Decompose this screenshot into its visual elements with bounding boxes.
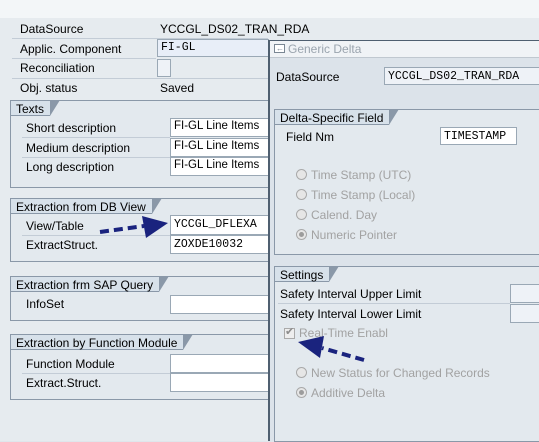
option-new-status: New Status for Changed Records [311, 366, 490, 380]
dialog-datasource-field[interactable]: YCCGL_DS02_TRAN_RDA [384, 67, 539, 85]
safety-upper-label: Safety Interval Upper Limit [280, 287, 422, 301]
divider [278, 303, 510, 304]
radio-new-status[interactable] [296, 367, 307, 378]
divider [22, 373, 170, 374]
option-numeric-pointer: Numeric Pointer [311, 228, 398, 242]
generic-delta-dialog: ← Generic Delta DataSource YCCGL_DS02_TR… [268, 40, 539, 442]
dialog-datasource-label: DataSource [276, 70, 340, 84]
extraction-fm-title: Extraction by Function Module [10, 334, 194, 350]
field-nm-field[interactable]: TIMESTAMP [440, 127, 517, 145]
function-module-label: Function Module [26, 357, 115, 371]
short-description-label: Short description [26, 121, 117, 135]
extract-struct-field[interactable]: ZOXDE10032 [170, 235, 270, 254]
obj-status-label: Obj. status [20, 81, 78, 95]
infoset-label: InfoSet [26, 297, 65, 311]
dialog-titlebar[interactable]: ← Generic Delta [270, 41, 539, 58]
window-icon-arrow: ← [276, 44, 284, 53]
infoset-field[interactable] [170, 295, 270, 314]
reconciliation-checkbox[interactable] [157, 59, 171, 77]
texts-group-title: Texts [10, 100, 61, 116]
radio-time-stamp-local[interactable] [296, 189, 307, 200]
long-description-field[interactable]: FI-GL Line Items [170, 157, 270, 176]
datasource-value: YCCGL_DS02_TRAN_RDA [160, 22, 310, 36]
reconciliation-label: Reconciliation [20, 61, 95, 75]
radio-calend-day[interactable] [296, 209, 307, 220]
annotation-arrow-realtime [298, 336, 365, 362]
annotation-arrow-view-table [99, 216, 168, 238]
view-table-field[interactable]: YCCGL_DFLEXA [170, 215, 270, 235]
option-additive-delta: Additive Delta [311, 386, 386, 400]
extract-struct-label: ExtractStruct. [26, 238, 99, 252]
divider [12, 78, 268, 79]
extraction-query-title: Extraction frm SAP Query [10, 276, 170, 292]
check-icon: ✔ [285, 326, 295, 338]
dialog-title: Generic Delta [288, 42, 362, 56]
radio-time-stamp-utc[interactable] [296, 169, 307, 180]
divider [22, 137, 170, 138]
safety-upper-field[interactable] [510, 284, 539, 303]
option-calend-day: Calend. Day [311, 208, 378, 222]
radio-additive-delta[interactable] [296, 387, 307, 398]
option-time-stamp-local: Time Stamp (Local) [311, 188, 416, 202]
datasource-label: DataSource [20, 22, 84, 36]
divider [12, 58, 156, 59]
short-description-field[interactable]: FI-GL Line Items [170, 118, 270, 137]
extract-struct-fm-field[interactable] [170, 373, 270, 392]
header-strip [0, 0, 539, 18]
field-nm-label: Field Nm [286, 130, 335, 144]
view-table-label: View/Table [26, 219, 84, 233]
safety-lower-label: Safety Interval Lower Limit [280, 307, 422, 321]
function-module-field[interactable] [170, 354, 270, 373]
delta-field-title: Delta-Specific Field [274, 109, 400, 125]
radio-numeric-pointer[interactable] [296, 229, 307, 240]
extract-struct-fm-label: Extract.Struct. [26, 376, 102, 390]
divider [22, 157, 170, 158]
extraction-db-title: Extraction from DB View [10, 198, 162, 214]
applic-component-field[interactable]: FI-GL [157, 39, 269, 57]
medium-description-label: Medium description [26, 141, 131, 155]
safety-lower-field[interactable] [510, 304, 539, 323]
option-time-stamp-utc: Time Stamp (UTC) [311, 168, 412, 182]
applic-component-label: Applic. Component [20, 42, 122, 56]
long-description-label: Long description [26, 160, 115, 174]
medium-description-field[interactable]: FI-GL Line Items [170, 138, 270, 157]
obj-status-value: Saved [160, 81, 195, 95]
settings-title: Settings [274, 266, 340, 282]
